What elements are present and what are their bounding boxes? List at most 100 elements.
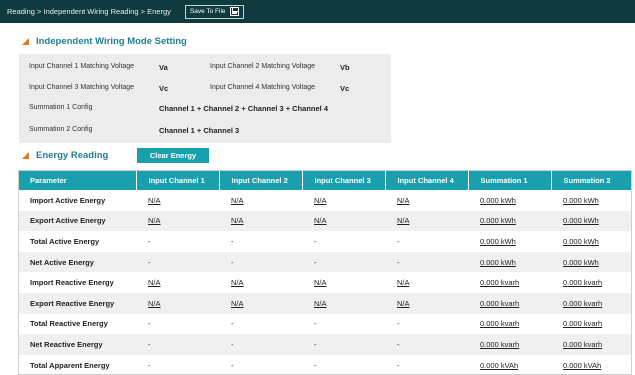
summation-value-link[interactable]: 0.000 kvarh — [480, 299, 519, 308]
channel-value-link[interactable]: N/A — [231, 196, 244, 205]
table-header-row: Parameter Input Channel 1 Input Channel … — [18, 170, 632, 190]
value-cell: 0.000 kvarh — [551, 272, 632, 293]
row-parameter-label: Import Active Energy — [18, 190, 136, 211]
table-row: Total Apparent Energy - - - -0.000 kVAh 0.000… — [18, 354, 632, 375]
table-row: Total Reactive Energy - - - -0.000 kvarh 0.00… — [18, 313, 632, 335]
summation-value-link[interactable]: 0.000 kvarh — [480, 340, 519, 349]
channel-value-link[interactable]: N/A — [397, 216, 410, 225]
value-cell: 0.000 kWh — [468, 251, 551, 273]
summation-value-link[interactable]: 0.000 kvarh — [480, 319, 519, 328]
value-cell: 0.000 kvarh — [468, 272, 551, 293]
summation-value-link[interactable]: 0.000 kWh — [563, 216, 599, 225]
channel-value-link[interactable]: N/A — [231, 278, 244, 287]
value-cell: - — [302, 313, 385, 335]
ch2-value: Vb — [340, 63, 350, 72]
sum2-value: Channel 1 + Channel 3 — [159, 126, 240, 135]
triangle-marker-icon — [22, 38, 29, 45]
value-cell: 0.000 kVAh — [468, 354, 551, 375]
energy-table: Parameter Input Channel 1 Input Channel … — [18, 170, 632, 375]
summation-value-link[interactable]: 0.000 kWh — [480, 216, 516, 225]
table-row: Total Active Energy - - - -0.000 kWh 0.000 kW… — [18, 231, 632, 252]
col-header-summation-2: Summation 2 — [550, 170, 632, 190]
save-to-file-button[interactable]: Save To File — [184, 4, 244, 19]
table-row: Net Reactive Energy - - - -0.000 kvarh 0.000 … — [18, 334, 632, 355]
value-cell: - — [302, 231, 385, 252]
value-cell: - — [385, 231, 468, 252]
summation-value-link[interactable]: 0.000 kWh — [480, 237, 516, 246]
summation-value-link[interactable]: 0.000 kWh — [563, 258, 599, 267]
summation-value-link[interactable]: 0.000 kWh — [563, 237, 599, 246]
summation-value-link[interactable]: 0.000 kvarh — [563, 319, 602, 328]
value-cell: - — [302, 334, 385, 355]
sum2-label: Summation 2 Config — [29, 126, 93, 133]
value-cell: - — [219, 313, 302, 335]
value-cell: - — [136, 313, 219, 335]
summation-value-link[interactable]: 0.000 kVAh — [480, 361, 518, 370]
channel-value-link[interactable]: N/A — [148, 299, 161, 308]
ch4-label: Input Channel 4 Matching Voltage — [210, 84, 316, 91]
summation-value-link[interactable]: 0.000 kvarh — [563, 340, 602, 349]
summation-value-link[interactable]: 0.000 kvarh — [563, 278, 602, 287]
value-cell: N/A — [219, 272, 302, 293]
value-cell: 0.000 kWh — [551, 231, 632, 252]
mode-section-title-text: Independent Wiring Mode Setting — [36, 36, 187, 47]
channel-value-link[interactable]: N/A — [397, 196, 410, 205]
row-parameter-label: Total Apparent Energy — [18, 354, 136, 375]
col-header-parameter: Parameter — [18, 170, 136, 190]
channel-value-link[interactable]: N/A — [148, 278, 161, 287]
value-cell: 0.000 kvarh — [468, 334, 551, 355]
energy-section-title: Energy Reading — [22, 150, 108, 161]
summation-value-link[interactable]: 0.000 kVAh — [563, 361, 601, 370]
channel-value-link[interactable]: N/A — [397, 278, 410, 287]
value-cell: N/A — [302, 190, 385, 211]
channel-value-link[interactable]: N/A — [314, 278, 327, 287]
channel-value-link[interactable]: N/A — [314, 196, 327, 205]
ch1-label: Input Channel 1 Matching Voltage — [29, 63, 135, 70]
value-cell: N/A — [385, 292, 468, 314]
ch3-label: Input Channel 3 Matching Voltage — [29, 84, 135, 91]
value-cell: - — [219, 354, 302, 375]
row-parameter-label: Total Reactive Energy — [18, 313, 136, 335]
channel-value-link[interactable]: N/A — [231, 216, 244, 225]
summation-value-link[interactable]: 0.000 kWh — [480, 258, 516, 267]
row-parameter-label: Total Active Energy — [18, 231, 136, 252]
sum1-label: Summation 1 Config — [29, 104, 93, 111]
value-cell: N/A — [136, 210, 219, 232]
value-cell: - — [136, 334, 219, 355]
value-cell: - — [219, 334, 302, 355]
channel-value-link[interactable]: N/A — [397, 299, 410, 308]
value-cell: N/A — [302, 292, 385, 314]
channel-value-link[interactable]: N/A — [148, 196, 161, 205]
summation-value-link[interactable]: 0.000 kvarh — [480, 278, 519, 287]
summation-value-link[interactable]: 0.000 kWh — [480, 196, 516, 205]
channel-value-link[interactable]: N/A — [231, 299, 244, 308]
summation-value-link[interactable]: 0.000 kvarh — [563, 299, 602, 308]
energy-section-title-text: Energy Reading — [36, 150, 109, 161]
channel-value-link[interactable]: N/A — [314, 299, 327, 308]
table-row: Export Active Energy N/A N/A N/A N/A 0.000 kW… — [18, 210, 632, 232]
value-cell: N/A — [385, 210, 468, 232]
value-cell: N/A — [136, 272, 219, 293]
channel-value-link[interactable]: N/A — [148, 216, 161, 225]
value-cell: 0.000 kvarh — [551, 292, 632, 314]
channel-value-link[interactable]: N/A — [314, 216, 327, 225]
col-header-summation-1: Summation 1 — [467, 170, 551, 190]
value-cell: N/A — [219, 292, 302, 314]
value-cell: 0.000 kvarh — [551, 334, 632, 355]
value-cell: - — [302, 354, 385, 375]
value-cell: 0.000 kWh — [468, 210, 551, 232]
col-header-input-channel-2: Input Channel 2 — [218, 170, 302, 190]
value-cell: - — [136, 231, 219, 252]
ch2-label: Input Channel 2 Matching Voltage — [210, 63, 316, 70]
value-cell: - — [385, 251, 468, 273]
summation-value-link[interactable]: 0.000 kWh — [563, 196, 599, 205]
value-cell: N/A — [385, 190, 468, 211]
value-cell: - — [136, 354, 219, 375]
value-cell: - — [219, 231, 302, 252]
clear-energy-button[interactable]: Clear Energy — [137, 148, 209, 163]
value-cell: N/A — [219, 210, 302, 232]
value-cell: 0.000 kvarh — [551, 313, 632, 335]
value-cell: 0.000 kWh — [551, 190, 632, 211]
ch1-value: Va — [159, 63, 168, 72]
table-row: Export Reactive Energy N/A N/A N/A N/A 0.000 … — [18, 292, 632, 314]
